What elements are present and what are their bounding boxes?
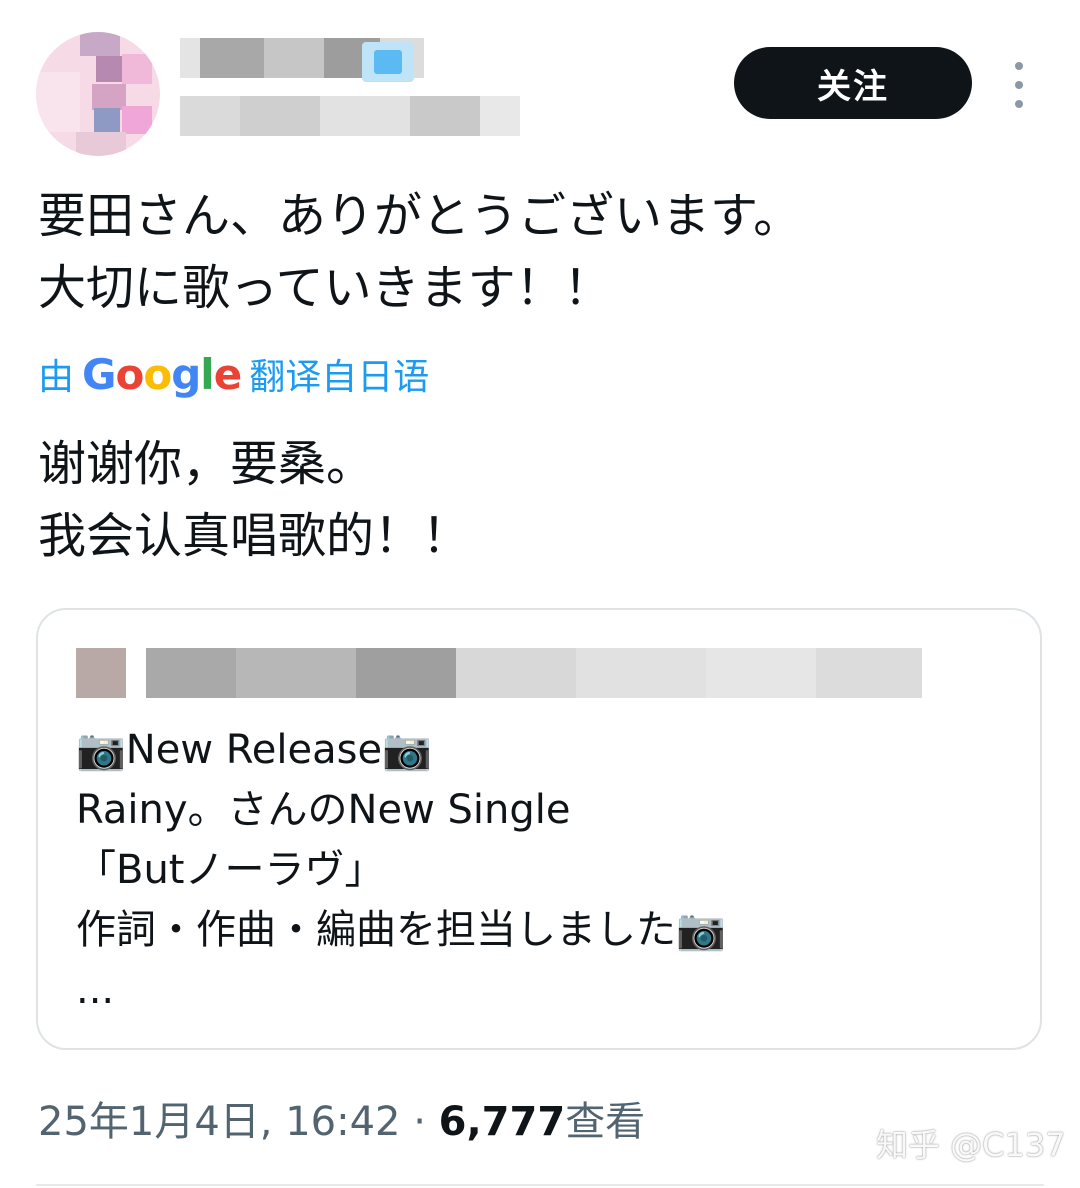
username-blurred[interactable] [180, 96, 520, 136]
tweet-text-line: 要田さん、ありがとうございます。 [38, 188, 802, 244]
tweet-meta: 25年1月4日, 16:42 · 6,777查看 [38, 1094, 645, 1150]
view-label: 查看 [565, 1099, 646, 1145]
quoted-tweet-card[interactable]: 📷New Release📷 Rainy。さんのNew Single 「Butノー… [36, 608, 1042, 1050]
quoted-text-line: Rainy。さんのNew Single [76, 787, 571, 833]
view-count: 6,777 [438, 1099, 566, 1145]
meta-separator: · [413, 1099, 426, 1145]
quoted-author-blurred[interactable] [76, 648, 922, 698]
more-vertical-icon[interactable] [1004, 62, 1034, 108]
follow-button[interactable]: 关注 [734, 47, 972, 119]
tweet-text-translated: 谢谢你，要桑。 我会认真唱歌的！！ [38, 428, 470, 572]
quoted-text-line: 「Butノーラヴ」 [76, 847, 385, 893]
google-logo: Google [82, 349, 242, 399]
quoted-tweet-text: 📷New Release📷 Rainy。さんのNew Single 「Butノー… [76, 720, 726, 1020]
translated-text-line: 我会认真唱歌的！！ [38, 508, 471, 564]
quoted-text-line: 作詞・作曲・編曲を担当しました📷 [76, 907, 726, 953]
tweet-text-line: 大切に歌っていきます！！ [38, 260, 612, 316]
divider [36, 1184, 1044, 1186]
translation-prefix: 由 [38, 357, 75, 398]
translation-suffix: 翻译自日语 [249, 357, 430, 398]
tweet-timestamp[interactable]: 25年1月4日, 16:42 [38, 1099, 401, 1145]
translation-attribution[interactable]: 由 Google 翻译自日语 [38, 346, 429, 402]
quoted-text-line: 📷New Release📷 [76, 727, 432, 773]
watermark: 知乎 @C137 [876, 1126, 1066, 1164]
avatar[interactable] [36, 32, 160, 156]
verified-badge-icon [362, 42, 414, 82]
quoted-text-line: ... [76, 967, 115, 1013]
tweet-text-original: 要田さん、ありがとうございます。 大切に歌っていきます！！ [38, 180, 801, 324]
translated-text-line: 谢谢你，要桑。 [38, 436, 375, 492]
